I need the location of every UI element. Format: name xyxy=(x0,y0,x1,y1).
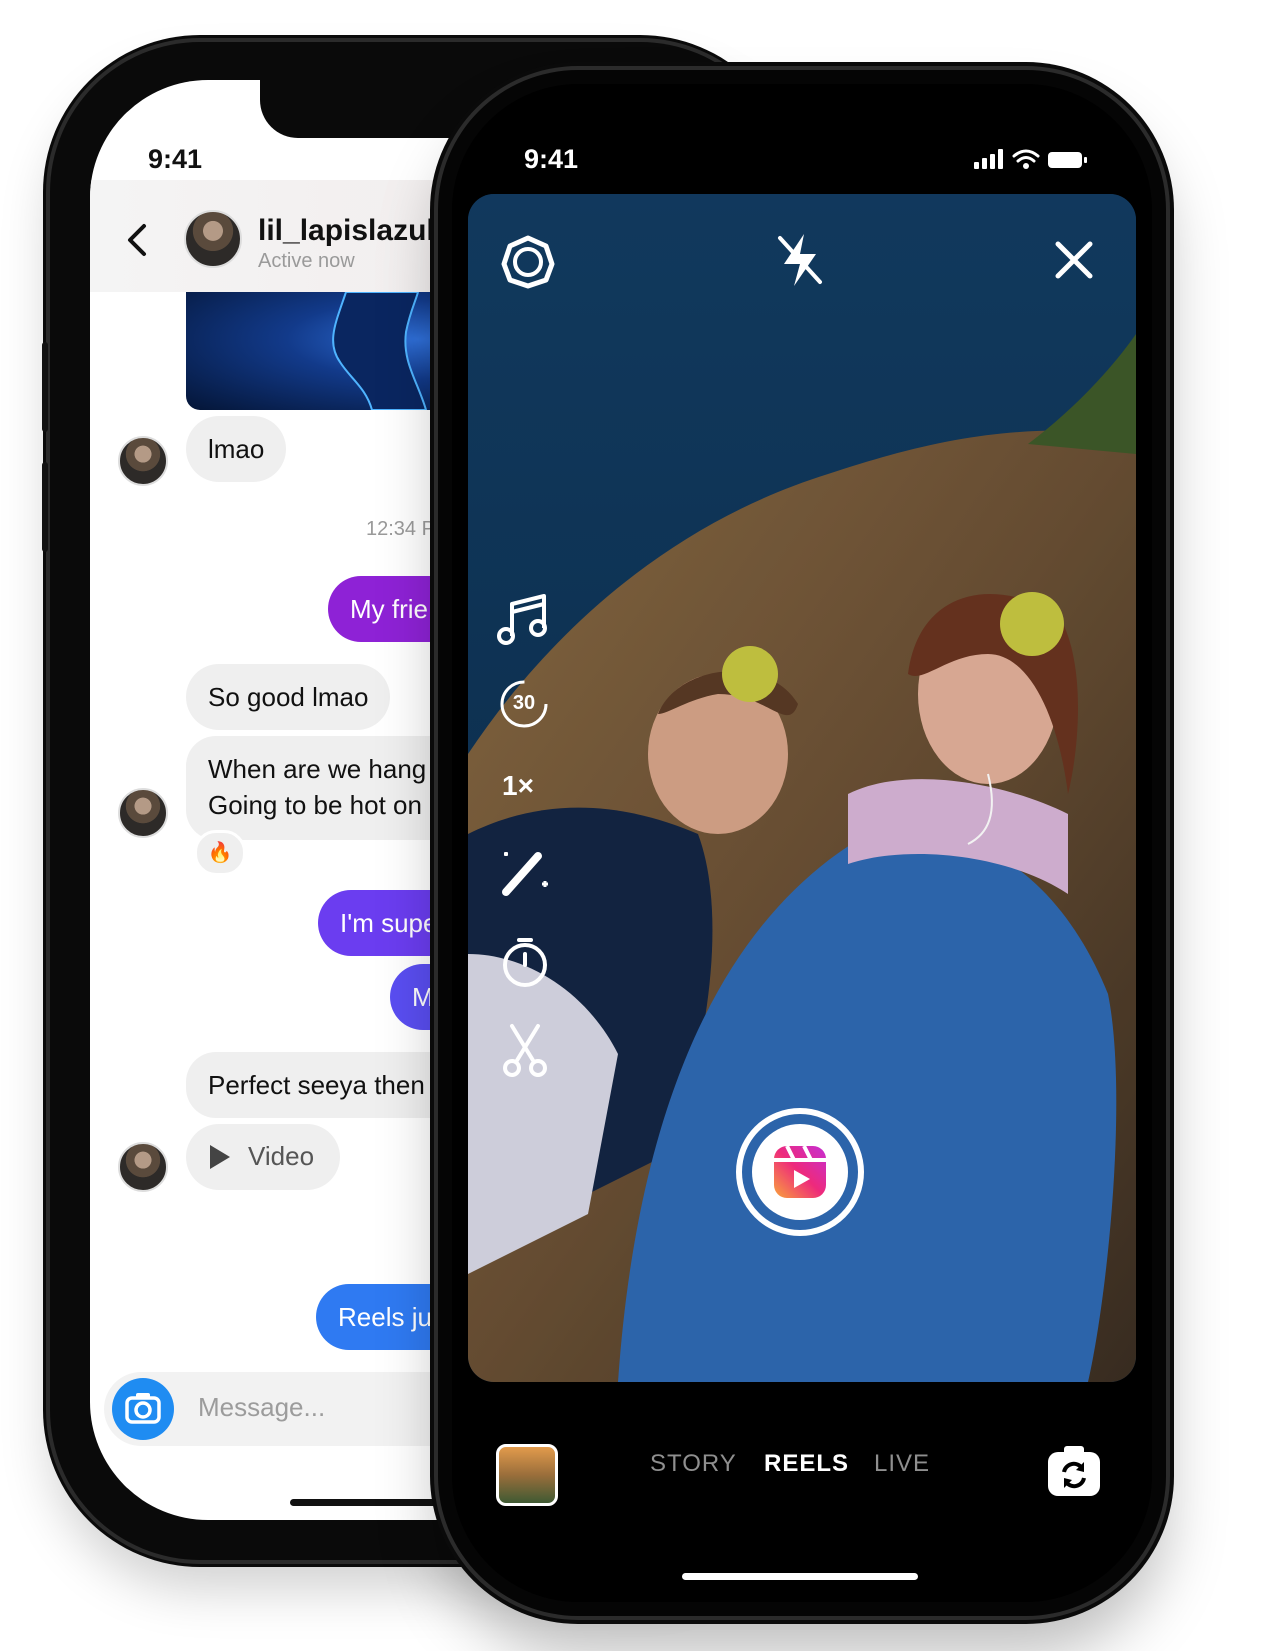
music-icon[interactable] xyxy=(496,590,552,650)
reels-icon xyxy=(774,1145,826,1198)
close-icon[interactable] xyxy=(1052,238,1096,282)
settings-icon[interactable] xyxy=(500,234,556,290)
chat-username[interactable]: lil_lapislazuli xyxy=(258,214,443,248)
volume-up-button xyxy=(42,342,48,432)
avatar xyxy=(118,1142,168,1192)
effects-icon[interactable] xyxy=(498,844,550,900)
message-timestamp: 12:34 P xyxy=(366,518,435,540)
mode-story[interactable]: STORY xyxy=(650,1450,737,1478)
volume-down-button xyxy=(42,462,48,552)
back-icon[interactable] xyxy=(118,220,158,260)
timer-icon[interactable]: 30 xyxy=(498,678,550,730)
mode-live[interactable]: LIVE xyxy=(874,1450,930,1478)
message-perfect[interactable]: Perfect seeya then xyxy=(186,1052,480,1118)
status-time: 9:41 xyxy=(524,144,579,174)
video-label: Video xyxy=(248,1141,315,1171)
message-input[interactable]: Message... xyxy=(198,1392,325,1423)
status-icons xyxy=(972,146,1092,177)
speed-icon[interactable]: 1× xyxy=(502,770,534,802)
avatar xyxy=(118,436,168,486)
wifi-icon xyxy=(1012,149,1040,163)
status-time: 9:41 xyxy=(148,144,203,174)
trim-icon[interactable] xyxy=(500,1022,550,1078)
message-lmao[interactable]: lmao xyxy=(186,416,287,482)
message-line: Going to be hot on xyxy=(208,790,422,820)
avatar[interactable] xyxy=(184,210,242,268)
flash-off-icon[interactable] xyxy=(772,230,828,290)
signal-icon xyxy=(974,149,1003,169)
chat-active-status: Active now xyxy=(258,250,355,272)
fire-reaction[interactable]: 🔥 xyxy=(194,830,246,876)
mode-reels[interactable]: REELS xyxy=(764,1450,849,1478)
video-message[interactable]: Video xyxy=(186,1124,340,1190)
battery-icon xyxy=(1048,152,1087,168)
mode-bar: STORY REELS LIVE xyxy=(452,1436,1152,1506)
camera-button[interactable] xyxy=(112,1378,174,1440)
camera-phone: 9:41 30 1× STORY REELS LIVE xyxy=(438,70,1166,1616)
record-button[interactable] xyxy=(736,1108,864,1236)
message-so-good[interactable]: So good lmao xyxy=(186,664,391,730)
home-indicator xyxy=(682,1573,918,1580)
record-button-inner xyxy=(752,1124,848,1220)
camera-icon xyxy=(125,1393,161,1424)
avatar xyxy=(118,788,168,838)
timer-duration: 30 xyxy=(512,692,536,714)
countdown-icon[interactable] xyxy=(500,934,550,990)
message-line: When are we hang xyxy=(208,754,427,784)
play-icon xyxy=(210,1145,246,1169)
camera-screen: 9:41 30 1× STORY REELS LIVE xyxy=(452,84,1152,1602)
flip-camera-icon[interactable] xyxy=(1046,1444,1102,1498)
gallery-thumbnail[interactable] xyxy=(496,1444,558,1506)
